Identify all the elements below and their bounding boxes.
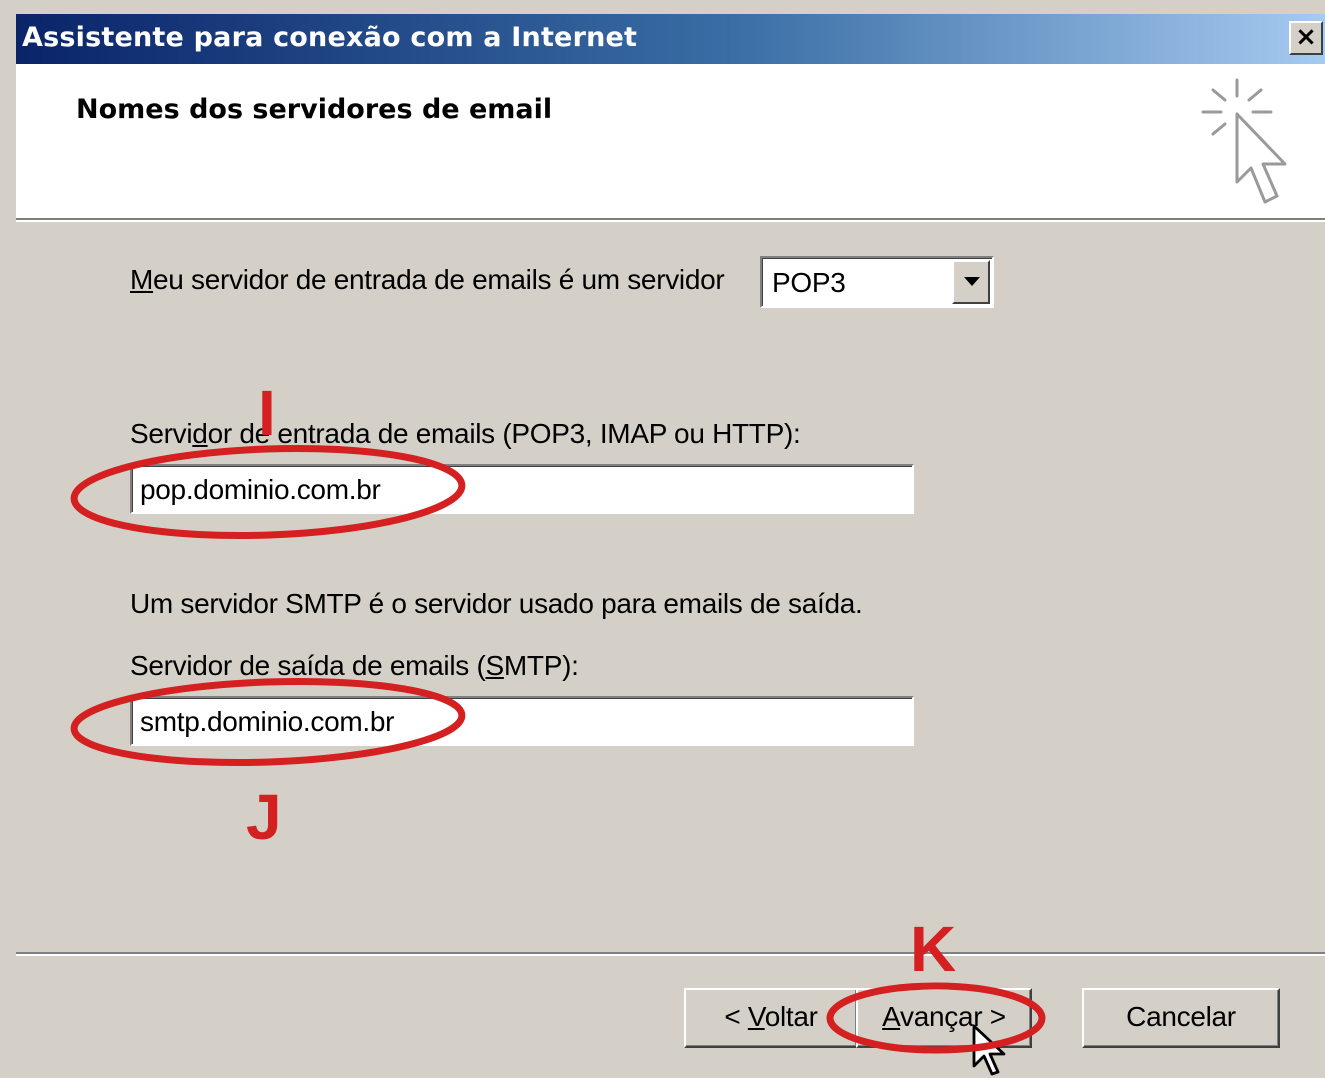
smtp-info-text: Um servidor SMTP é o servidor usado para… bbox=[130, 588, 863, 619]
page-title: Nomes dos servidores de email bbox=[76, 94, 553, 125]
footer-separator bbox=[16, 952, 1325, 956]
back-button[interactable]: < Voltar bbox=[684, 988, 858, 1048]
mouse-cursor-icon bbox=[972, 1024, 1006, 1076]
close-button[interactable]: × bbox=[1289, 21, 1323, 55]
close-icon: × bbox=[1295, 22, 1317, 52]
wizard-header: Nomes dos servidores de email bbox=[16, 64, 1325, 220]
annotation-letter-k: K bbox=[910, 913, 957, 985]
window-title: Assistente para conexão com a Internet bbox=[22, 22, 638, 53]
wizard-cursor-sparkle-icon bbox=[1201, 78, 1287, 204]
incoming-server-value: pop.dominio.com.br bbox=[140, 474, 381, 505]
wizard-window: Assistente para conexão com a Internet ×… bbox=[0, 0, 1325, 1078]
cancel-button[interactable]: Cancelar bbox=[1082, 988, 1280, 1048]
incoming-type-label: Meu servidor de entrada de emails é um s… bbox=[130, 264, 725, 295]
incoming-server-label: Servidor de entrada de emails (POP3, IMA… bbox=[130, 418, 801, 449]
chevron-down-icon[interactable] bbox=[952, 260, 990, 304]
outgoing-server-input[interactable]: smtp.dominio.com.br bbox=[130, 696, 914, 746]
outgoing-server-label: Servidor de saída de emails (SMTP): bbox=[130, 650, 579, 681]
header-separator bbox=[16, 220, 1325, 222]
annotation-letter-j: J bbox=[246, 781, 282, 853]
outgoing-server-value: smtp.dominio.com.br bbox=[140, 706, 395, 737]
select-value: POP3 bbox=[772, 267, 846, 298]
annotation-letter-i: I bbox=[258, 377, 276, 449]
title-bar[interactable]: Assistente para conexão com a Internet × bbox=[16, 14, 1325, 64]
incoming-server-input[interactable]: pop.dominio.com.br bbox=[130, 464, 914, 514]
incoming-server-type-select[interactable]: POP3 bbox=[760, 256, 994, 308]
